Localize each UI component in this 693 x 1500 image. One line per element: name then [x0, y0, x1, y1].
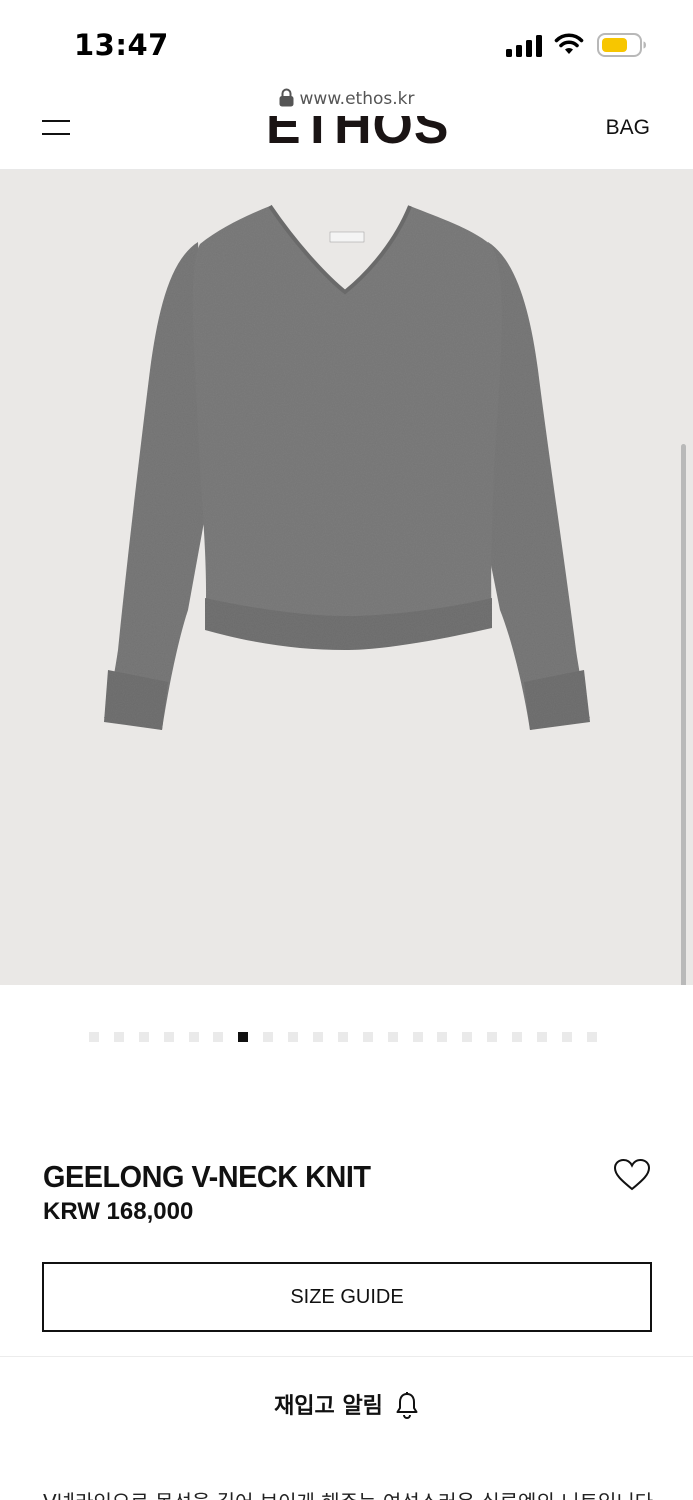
pagination-dot[interactable] [362, 1032, 373, 1042]
pagination-dot[interactable] [313, 1032, 324, 1042]
pagination-dot[interactable] [138, 1032, 149, 1042]
pagination-dot[interactable] [263, 1032, 274, 1042]
product-description: V넥라인으로 목선을 길어 보이게 해주는 여성스러운 실루엣의 니트입니다. [43, 1486, 663, 1500]
pagination-dot[interactable] [188, 1032, 199, 1042]
image-pagination [89, 1032, 597, 1042]
pagination-dot[interactable] [387, 1032, 398, 1042]
pagination-dot[interactable] [512, 1032, 523, 1042]
bell-icon [396, 1392, 418, 1419]
battery-icon [597, 33, 646, 57]
product-image-gallery[interactable] [0, 170, 693, 985]
lock-icon [279, 88, 294, 107]
pagination-dot[interactable] [288, 1032, 299, 1042]
status-time: 13:47 [74, 28, 169, 62]
heart-icon[interactable] [613, 1158, 651, 1192]
bag-link[interactable]: BAG [606, 116, 650, 140]
url-text: www.ethos.kr [299, 89, 415, 109]
scroll-indicator[interactable] [681, 444, 686, 985]
pagination-dot[interactable] [487, 1032, 498, 1042]
pagination-dot[interactable] [537, 1032, 548, 1042]
pagination-dot[interactable] [89, 1032, 99, 1042]
pagination-dot[interactable] [412, 1032, 423, 1042]
size-guide-button[interactable]: SIZE GUIDE [42, 1262, 652, 1332]
brand-logo[interactable]: ETHOS [266, 116, 449, 156]
pagination-dot[interactable] [113, 1032, 124, 1042]
site-header: ETHOS BAG [0, 116, 693, 170]
restock-label: 재입고 알림 [274, 1394, 383, 1419]
divider [0, 1356, 693, 1357]
pagination-dot[interactable] [163, 1032, 174, 1042]
status-bar: 13:47 [0, 0, 693, 90]
pagination-dot[interactable] [337, 1032, 348, 1042]
pagination-dot[interactable] [561, 1032, 572, 1042]
pagination-dot-active[interactable] [238, 1032, 249, 1042]
wifi-icon [554, 33, 584, 54]
screen: 13:47 www.ethos.kr ETHOS BAG GEELONG V-N… [0, 0, 693, 1500]
pagination-dot[interactable] [586, 1032, 597, 1042]
product-price: KRW 168,000 [43, 1198, 194, 1225]
v-neck-sweater-image [104, 204, 590, 730]
product-name: GEELONG V-NECK KNIT [43, 1159, 371, 1194]
hamburger-menu-icon[interactable] [42, 118, 70, 138]
pagination-dot[interactable] [462, 1032, 473, 1042]
restock-alert-button[interactable]: 재입고 알림 [0, 1388, 693, 1420]
pagination-dot[interactable] [437, 1032, 448, 1042]
cellular-signal-icon [506, 35, 542, 57]
pagination-dot[interactable] [213, 1032, 224, 1042]
address-bar[interactable]: www.ethos.kr [0, 88, 693, 116]
